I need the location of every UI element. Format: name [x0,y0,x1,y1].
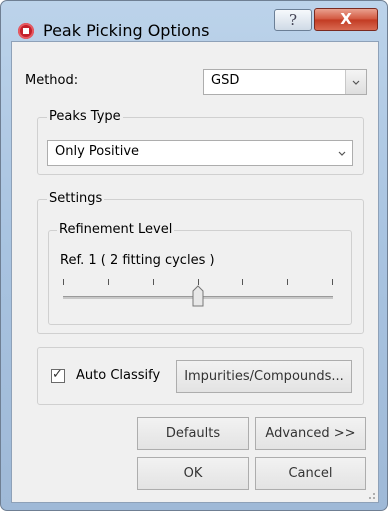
method-dropdown-button[interactable] [345,70,366,94]
chevron-down-icon [338,151,346,156]
ok-button[interactable]: OK [137,457,249,490]
peaks-type-legend: Peaks Type [47,109,123,124]
method-label: Method: [25,73,79,88]
refinement-level-group: Refinement Level Ref. 1 ( 2 fitting cycl… [48,222,352,325]
close-icon: X [340,10,352,28]
auto-classify-checkbox[interactable]: ✓ [51,367,65,383]
slider-tick [108,279,109,285]
slider-tick [287,279,288,285]
refinement-slider[interactable] [63,279,333,315]
slider-tick [332,279,333,285]
impurities-compounds-button[interactable]: Impurities/Compounds... [176,360,352,393]
peaks-type-select[interactable]: Only Positive [47,140,353,166]
peaks-type-value: Only Positive [55,144,140,159]
refinement-value-text: Ref. 1 ( 2 fitting cycles ) [60,253,215,268]
method-select[interactable]: GSD [203,69,367,95]
checkmark-icon: ✓ [52,367,63,382]
slider-tick [153,279,154,285]
defaults-button[interactable]: Defaults [137,417,249,450]
slider-tick [63,279,64,285]
help-button[interactable]: ? [274,9,312,31]
chevron-down-icon [352,80,360,85]
advanced-button[interactable]: Advanced >> [255,417,366,450]
settings-group: Settings Refinement Level Ref. 1 ( 2 fit… [37,191,364,334]
app-logo-icon [18,23,34,39]
resize-grip-icon[interactable] [364,488,376,500]
cancel-button[interactable]: Cancel [255,457,366,490]
peaks-type-dropdown-button[interactable] [332,141,352,165]
method-value: GSD [211,73,240,88]
dialog-window: Peak Picking Options ? X Method: GSD Pea… [0,0,388,511]
help-icon: ? [288,11,298,29]
dialog-client-area: Method: GSD Peaks Type Only Positive Set… [11,41,379,503]
peaks-type-group: Peaks Type Only Positive [37,109,364,175]
refinement-level-legend: Refinement Level [57,222,175,237]
close-button[interactable]: X [314,8,378,31]
auto-classify-group: ✓ Auto Classify Impurities/Compounds... [37,347,364,405]
settings-legend: Settings [47,191,105,206]
slider-tick [242,279,243,285]
auto-classify-label: Auto Classify [76,368,161,383]
slider-thumb[interactable] [192,285,204,311]
title-bar[interactable]: Peak Picking Options ? X [1,1,387,41]
window-title: Peak Picking Options [43,21,210,40]
